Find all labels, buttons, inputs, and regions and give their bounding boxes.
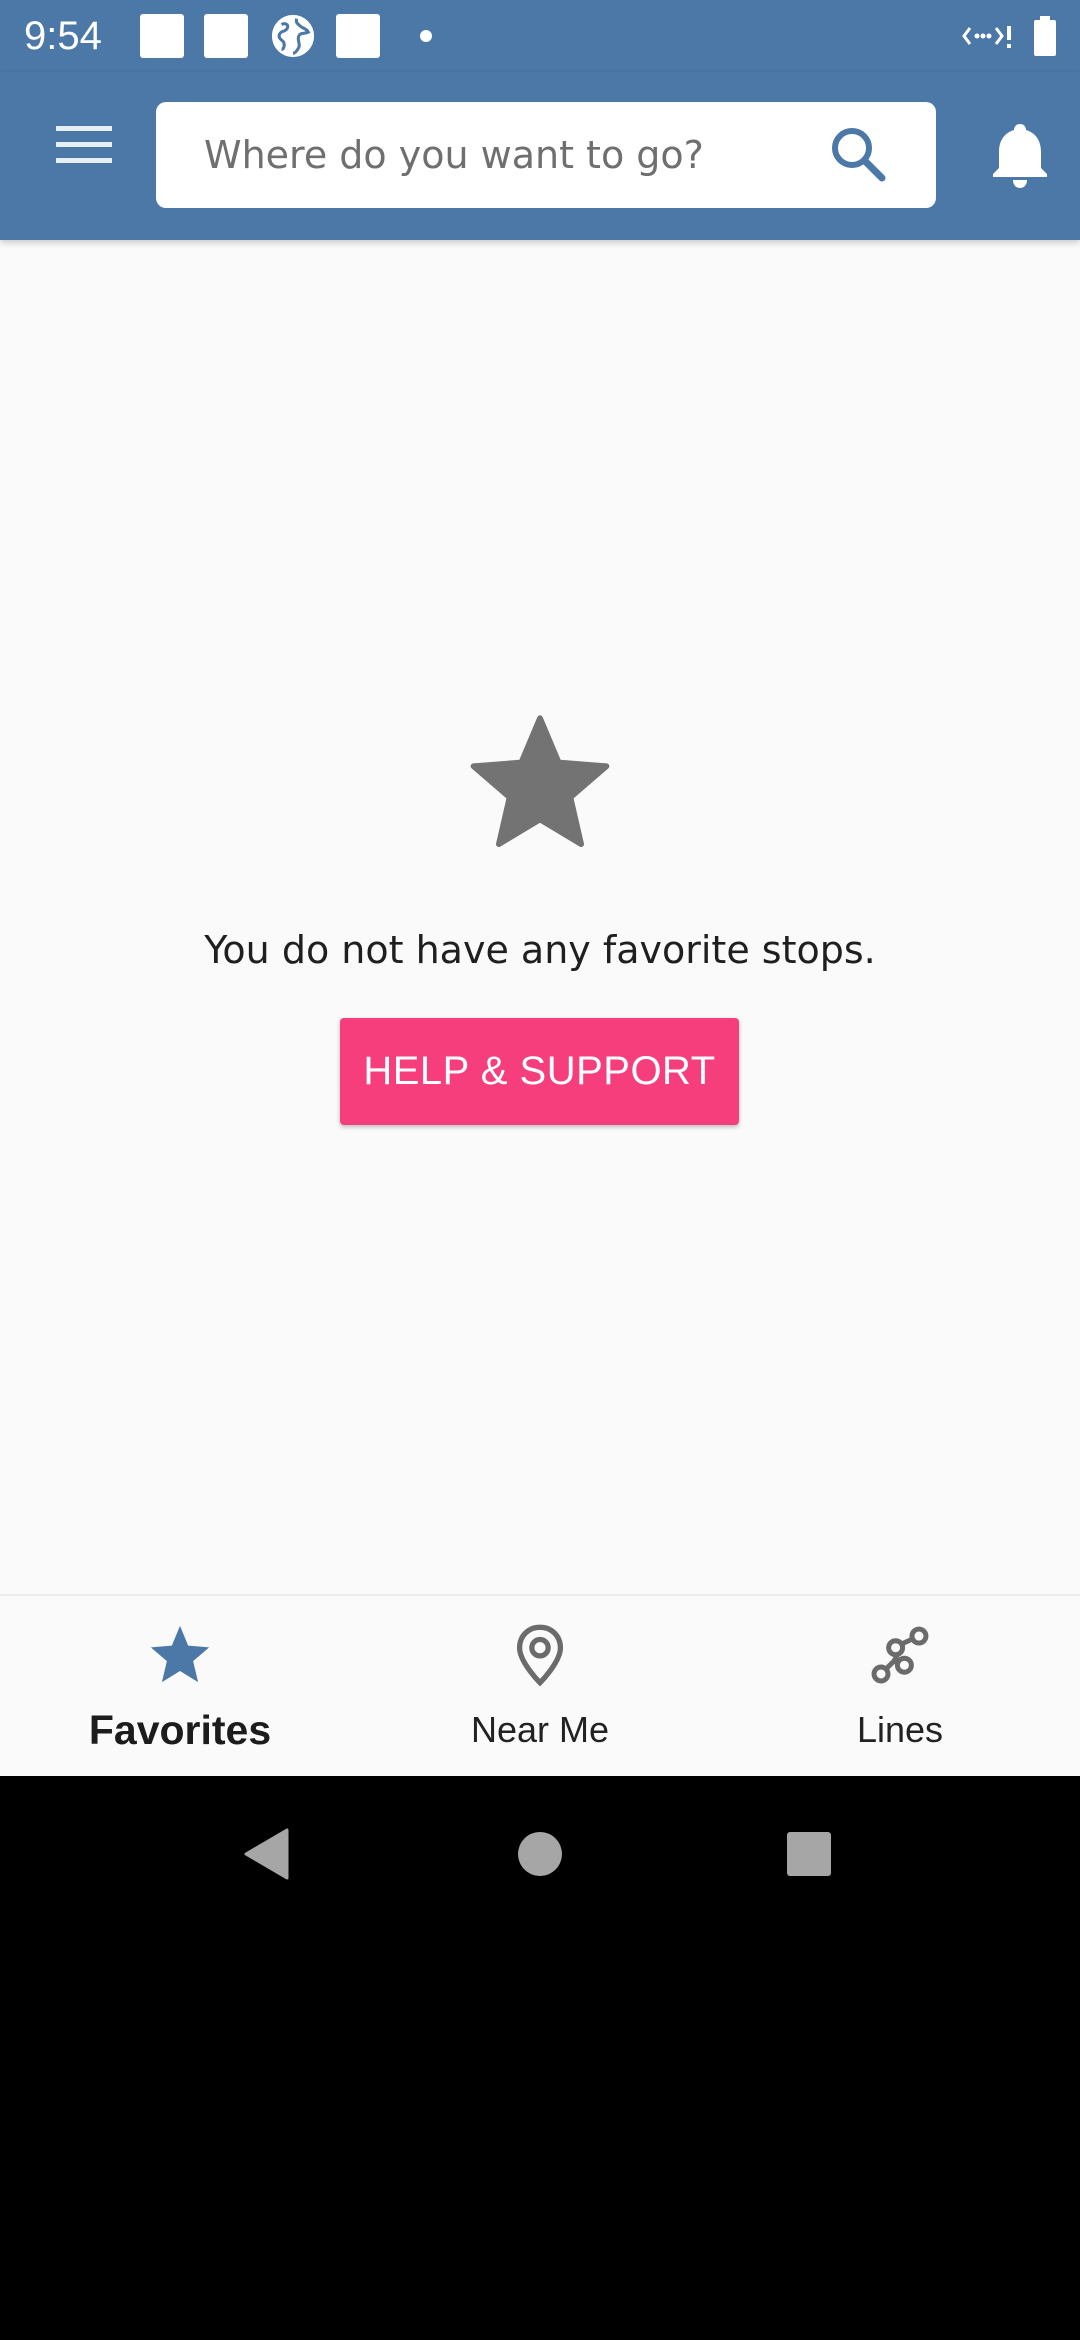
favorites-content: You do not have any favorite stops. HELP… — [0, 240, 1080, 1594]
nav-item-favorites[interactable]: Favorites — [0, 1596, 360, 1776]
location-pin-icon — [516, 1624, 564, 1687]
notification-icon — [336, 14, 380, 58]
back-triangle-icon[interactable] — [240, 1824, 300, 1884]
status-time: 9:54 — [24, 14, 102, 58]
search-icon[interactable] — [826, 122, 892, 188]
nav-label-lines: Lines — [856, 1709, 944, 1750]
route-lines-icon — [871, 1626, 929, 1684]
star-icon — [150, 1625, 210, 1683]
help-support-button[interactable]: HELP & SUPPORT — [340, 1018, 739, 1125]
status-bar: 9:54 — [0, 0, 1080, 72]
search-input[interactable] — [204, 102, 804, 208]
recents-square-icon[interactable] — [779, 1824, 839, 1884]
star-icon — [470, 715, 610, 848]
bell-icon[interactable] — [980, 114, 1060, 194]
notification-icon — [204, 14, 248, 58]
hamburger-menu-icon[interactable] — [40, 100, 128, 188]
empty-state-message: You do not have any favorite stops. — [204, 928, 876, 972]
nav-item-lines[interactable]: Lines — [720, 1596, 1080, 1776]
globe-icon — [271, 14, 315, 58]
system-navigation-bar — [0, 1776, 1080, 2340]
bottom-navigation: Favorites Near Me Lines — [0, 1594, 1080, 1776]
notification-icon — [140, 14, 184, 58]
app-bar — [0, 72, 1080, 240]
nav-label-near-me: Near Me — [470, 1709, 610, 1750]
battery-icon — [1034, 16, 1056, 56]
nav-label-favorites: Favorites — [88, 1707, 272, 1753]
nav-item-near-me[interactable]: Near Me — [360, 1596, 720, 1776]
data-saver-signal-icon — [962, 26, 1011, 48]
home-circle-icon[interactable] — [510, 1824, 570, 1884]
more-notifications-dot — [420, 30, 432, 42]
search-bar[interactable] — [156, 102, 936, 208]
